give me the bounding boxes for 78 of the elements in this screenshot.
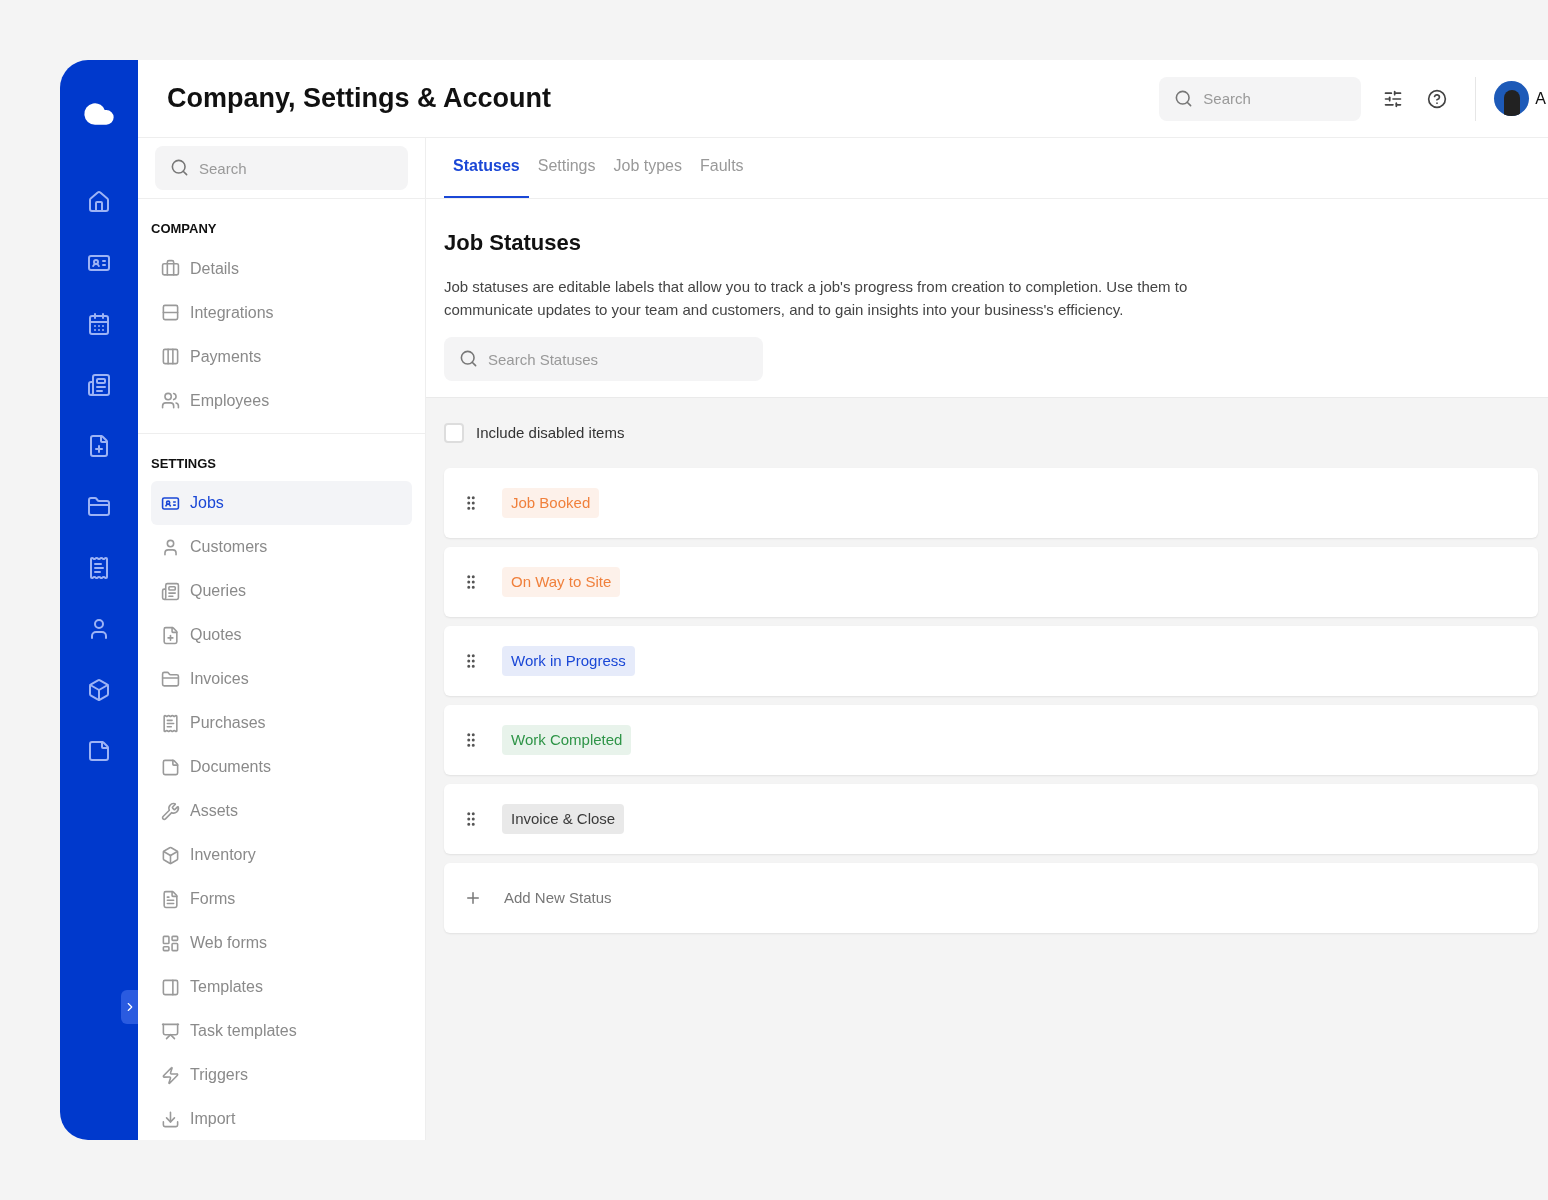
search-field[interactable]: Search Statuses <box>444 337 763 381</box>
panel-icon <box>161 977 180 997</box>
status-card[interactable]: Invoice & Close <box>444 784 1538 854</box>
search-icon <box>1174 88 1194 108</box>
receipt-icon[interactable] <box>87 556 111 580</box>
status-card[interactable]: Work in Progress <box>444 626 1538 696</box>
sidebar-item[interactable]: Documents <box>151 745 412 789</box>
search-icon <box>459 349 478 368</box>
status-card[interactable]: Work Completed <box>444 705 1538 775</box>
folder-icon[interactable] <box>87 495 111 519</box>
sidebar-item[interactable]: Purchases <box>151 701 412 745</box>
search-field[interactable]: Search <box>155 146 408 190</box>
status-card[interactable]: On Way to Site <box>444 547 1538 617</box>
user-icon <box>161 537 180 557</box>
sidebar-item[interactable]: Templates <box>151 965 412 1009</box>
sidebar-item[interactable]: Assets <box>151 789 412 833</box>
description: Job statuses are editable labels that allow you to track a job's progress from creation to completion. Use them to communicate updates to your team and customers, and to gain insights into your business's efficiency. <box>444 277 1189 320</box>
download-icon <box>161 1109 180 1129</box>
file-plus-icon <box>161 625 180 645</box>
tab[interactable]: Settings <box>528 154 605 198</box>
status-card[interactable]: Job Booked <box>444 468 1538 538</box>
calendar-icon[interactable] <box>87 312 111 336</box>
sidebar-item[interactable]: Payments <box>151 334 412 379</box>
sidebar-item[interactable]: Import <box>151 1097 412 1140</box>
expand-tab[interactable] <box>121 990 138 1024</box>
users-icon <box>161 391 180 410</box>
sidebar-item[interactable]: Employees <box>151 378 412 423</box>
sidebar-item[interactable]: Details <box>151 246 412 291</box>
checkbox[interactable] <box>444 423 464 443</box>
page-title: Company, Settings & Account <box>167 82 552 116</box>
sidebar-item[interactable]: Customers <box>151 525 412 569</box>
sidebar-item[interactable]: Forms <box>151 877 412 921</box>
sidebar-item[interactable]: Quotes <box>151 613 412 657</box>
lightning-icon <box>161 1065 180 1085</box>
search-icon <box>170 158 189 177</box>
add-status-button[interactable]: Add New Status <box>444 863 1538 933</box>
status-label: Invoice & Close <box>502 803 625 835</box>
sidebar-item[interactable]: Inventory <box>151 833 412 877</box>
section-title: Job Statuses <box>444 229 582 257</box>
status-label: Work Completed <box>502 724 632 756</box>
status-label: Job Booked <box>502 487 600 519</box>
tab[interactable]: Faults <box>691 154 753 198</box>
sidebar-item[interactable]: Jobs <box>151 481 412 525</box>
section-heading: SETTINGS <box>151 454 217 473</box>
avatar[interactable] <box>1494 81 1530 116</box>
section-heading: COMPANY <box>151 220 218 238</box>
home-icon[interactable] <box>87 190 111 214</box>
box-icon <box>161 845 180 865</box>
status-label: On Way to Site <box>502 566 621 598</box>
search-field[interactable]: Search <box>1159 76 1362 121</box>
tab[interactable]: Statuses <box>444 154 529 198</box>
sidebar-item[interactable]: Task templates <box>151 1009 412 1053</box>
help-icon[interactable] <box>1427 88 1448 109</box>
document-icon <box>161 889 180 909</box>
receipt-icon <box>161 713 180 733</box>
user-name: A <box>1535 88 1546 109</box>
file-plus-icon[interactable] <box>87 434 111 458</box>
note-icon[interactable] <box>87 739 111 763</box>
sidebar-item[interactable]: Invoices <box>151 657 412 701</box>
newspaper-icon[interactable] <box>87 373 111 397</box>
plus-icon <box>464 889 482 907</box>
sidebar-item[interactable]: Triggers <box>151 1053 412 1097</box>
columns-icon <box>161 347 180 366</box>
filter-sliders-icon[interactable] <box>1383 88 1404 109</box>
layout-icon <box>161 933 180 953</box>
folder-icon <box>161 669 180 689</box>
status-label: Work in Progress <box>502 645 635 677</box>
box-icon[interactable] <box>87 678 111 702</box>
sidebar-item[interactable]: Integrations <box>151 290 412 335</box>
newspaper-icon <box>161 581 180 601</box>
stacked-rows-icon <box>161 303 180 322</box>
wrench-icon <box>161 801 180 821</box>
tab[interactable]: Job types <box>604 154 691 198</box>
sidebar-item[interactable]: Web forms <box>151 921 412 965</box>
note-icon <box>161 757 180 777</box>
briefcase-icon <box>161 259 180 278</box>
presentation-board-icon <box>161 1021 180 1041</box>
sidebar-item[interactable]: Queries <box>151 569 412 613</box>
